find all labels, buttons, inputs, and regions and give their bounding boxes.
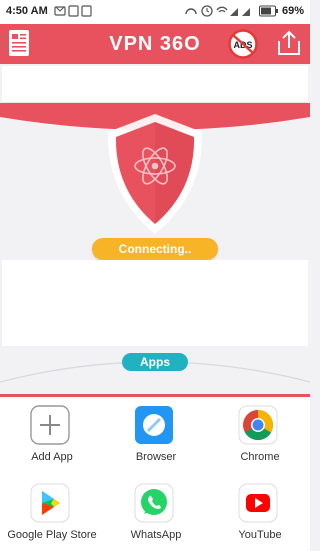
app-label: Add App — [31, 451, 73, 463]
apps-grid: Add App Browser Chrome Google Play Store… — [0, 397, 310, 551]
battery-percent: 69% — [281, 5, 304, 17]
system-icons: 69% — [184, 4, 304, 18]
apps-section-label: Apps — [122, 353, 188, 371]
share-icon[interactable] — [277, 30, 301, 56]
play-store-icon — [30, 483, 70, 523]
ad-banner-top — [2, 66, 308, 103]
chrome-icon — [238, 405, 278, 445]
app-tile-chrome[interactable]: Chrome — [210, 397, 310, 467]
vpn-shield-button[interactable] — [98, 110, 212, 240]
notification-icons — [54, 4, 106, 21]
status-bar: 4:50 AM 69% — [0, 0, 310, 24]
signal-icons — [185, 5, 250, 17]
app-label: YouTube — [238, 529, 282, 541]
app-label: WhatsApp — [130, 529, 182, 541]
app-label: Browser — [135, 451, 177, 463]
app-tile-whatsapp[interactable]: WhatsApp — [106, 475, 206, 545]
browser-icon — [134, 405, 174, 445]
add-icon — [30, 405, 70, 445]
battery-icon — [258, 5, 278, 17]
status-time: 4:50 AM — [6, 5, 48, 17]
no-ads-icon[interactable]: ADS — [228, 29, 258, 59]
app-label: Chrome — [240, 451, 280, 463]
app-tile-browser[interactable]: Browser — [106, 397, 206, 467]
app-header: VPN 36O ADS — [0, 24, 310, 64]
whatsapp-icon — [134, 483, 174, 523]
youtube-icon — [238, 483, 278, 523]
app-title: VPN 36O — [109, 33, 201, 55]
connection-status-badge: Connecting.. — [92, 238, 218, 260]
app-tile-youtube[interactable]: YouTube — [210, 475, 310, 545]
app-tile-google-play-store[interactable]: Google Play Store — [2, 475, 102, 545]
ad-banner-middle — [2, 260, 308, 346]
app-label: Google Play Store — [7, 529, 97, 541]
app-tile-add-app[interactable]: Add App — [2, 397, 102, 467]
